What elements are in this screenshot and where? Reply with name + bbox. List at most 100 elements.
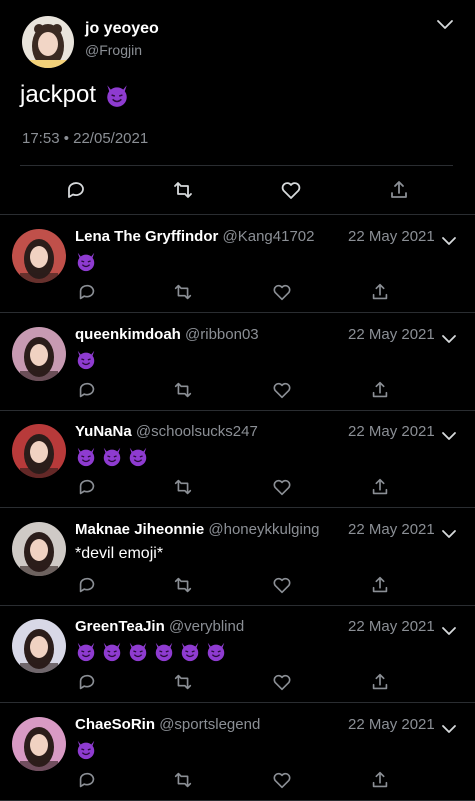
reply-body	[75, 250, 97, 272]
smiling-imp-icon	[101, 445, 123, 467]
avatar[interactable]	[12, 619, 66, 673]
reply-date: 22 May 2021	[348, 326, 435, 343]
share-icon[interactable]	[369, 671, 391, 693]
chevron-down-icon[interactable]	[440, 330, 458, 348]
reply-text: *devil emoji*	[75, 545, 164, 562]
heart-icon[interactable]	[271, 281, 293, 303]
retweet-icon[interactable]	[172, 769, 194, 791]
main-timestamp: 17:53 • 22/05/2021	[22, 130, 149, 147]
chevron-down-icon[interactable]	[440, 232, 458, 250]
main-tweet-text-value: jackpot	[20, 81, 97, 108]
reply-icon[interactable]	[76, 281, 98, 303]
retweet-icon[interactable]	[171, 178, 195, 202]
chevron-down-icon[interactable]	[440, 427, 458, 445]
retweet-icon[interactable]	[172, 379, 194, 401]
reply-header: Maknae Jiheonnie @honeykkulging	[75, 521, 320, 538]
reply-tweet[interactable]: YuNaNa @schoolsucks247 22 May 2021	[0, 410, 475, 507]
reply-body: *devil emoji*	[75, 543, 163, 565]
main-author-name[interactable]: jo yeoyeo	[85, 20, 159, 38]
reply-body	[75, 445, 149, 467]
chevron-down-icon[interactable]	[440, 720, 458, 738]
reply-tweet[interactable]: queenkimdoah @ribbon03 22 May 2021	[0, 313, 475, 410]
smiling-imp-icon	[101, 640, 123, 662]
reply-tweet[interactable]: ChaeSoRin @sportslegend 22 May 2021	[0, 703, 475, 800]
avatar[interactable]	[12, 327, 66, 381]
reply-body	[75, 738, 97, 760]
share-icon[interactable]	[369, 476, 391, 498]
reply-author-name[interactable]: queenkimdoah	[75, 326, 181, 343]
heart-icon[interactable]	[271, 476, 293, 498]
smiling-imp-icon	[179, 640, 201, 662]
chevron-down-icon[interactable]	[434, 14, 456, 36]
chevron-down-icon[interactable]	[440, 525, 458, 543]
retweet-icon[interactable]	[172, 281, 194, 303]
reply-date: 22 May 2021	[348, 423, 435, 440]
share-icon[interactable]	[369, 281, 391, 303]
main-tweet-text: jackpot	[20, 81, 130, 109]
reply-author-name[interactable]: GreenTeaJin	[75, 618, 165, 635]
main-tweet: jo yeoyeo @Frogjin jackpot 17:53 • 22/05…	[0, 0, 475, 215]
smiling-imp-icon	[75, 640, 97, 662]
smiling-imp-icon	[75, 250, 97, 272]
heart-icon[interactable]	[271, 574, 293, 596]
reply-author-name[interactable]: ChaeSoRin	[75, 716, 155, 733]
avatar[interactable]	[12, 717, 66, 771]
heart-icon[interactable]	[271, 769, 293, 791]
reply-header: Lena The Gryffindor @Kang41702	[75, 228, 315, 245]
reply-header: GreenTeaJin @veryblind	[75, 618, 244, 635]
share-icon[interactable]	[369, 769, 391, 791]
smiling-imp-icon	[153, 640, 175, 662]
heart-icon[interactable]	[279, 178, 303, 202]
smiling-imp-icon	[75, 348, 97, 370]
smiling-imp-icon	[127, 445, 149, 467]
smiling-imp-icon	[127, 640, 149, 662]
avatar[interactable]	[12, 229, 66, 283]
reply-author-handle[interactable]: @veryblind	[169, 618, 244, 635]
reply-icon[interactable]	[76, 574, 98, 596]
main-avatar[interactable]	[22, 16, 74, 68]
reply-author-handle[interactable]: @ribbon03	[185, 326, 259, 343]
reply-tweet[interactable]: Maknae Jiheonnie @honeykkulging 22 May 2…	[0, 508, 475, 605]
reply-date: 22 May 2021	[348, 716, 435, 733]
avatar[interactable]	[12, 522, 66, 576]
retweet-icon[interactable]	[172, 671, 194, 693]
heart-icon[interactable]	[271, 671, 293, 693]
reply-header: queenkimdoah @ribbon03	[75, 326, 259, 343]
reply-header: ChaeSoRin @sportslegend	[75, 716, 260, 733]
chevron-down-icon[interactable]	[440, 622, 458, 640]
reply-date: 22 May 2021	[348, 521, 435, 538]
heart-icon[interactable]	[271, 379, 293, 401]
main-action-bar	[0, 176, 475, 204]
reply-header: YuNaNa @schoolsucks247	[75, 423, 258, 440]
reply-icon[interactable]	[76, 476, 98, 498]
retweet-icon[interactable]	[172, 476, 194, 498]
share-icon[interactable]	[369, 574, 391, 596]
reply-tweet[interactable]: Lena The Gryffindor @Kang41702 22 May 20…	[0, 215, 475, 312]
reply-icon[interactable]	[64, 178, 88, 202]
reply-author-handle[interactable]: @sportslegend	[159, 716, 260, 733]
divider	[20, 165, 453, 166]
reply-author-handle[interactable]: @schoolsucks247	[136, 423, 258, 440]
retweet-icon[interactable]	[172, 574, 194, 596]
reply-tweet[interactable]: GreenTeaJin @veryblind 22 May 2021	[0, 605, 475, 702]
reply-author-name[interactable]: Maknae Jiheonnie	[75, 521, 204, 538]
reply-date: 22 May 2021	[348, 228, 435, 245]
smiling-imp-icon	[205, 640, 227, 662]
reply-author-name[interactable]: YuNaNa	[75, 423, 132, 440]
smiling-imp-icon	[75, 445, 97, 467]
reply-date: 22 May 2021	[348, 618, 435, 635]
reply-body	[75, 348, 97, 370]
reply-author-handle[interactable]: @honeykkulging	[208, 521, 319, 538]
reply-icon[interactable]	[76, 769, 98, 791]
share-icon[interactable]	[369, 379, 391, 401]
share-icon[interactable]	[387, 178, 411, 202]
main-author-handle[interactable]: @Frogjin	[85, 42, 142, 58]
reply-icon[interactable]	[76, 671, 98, 693]
reply-body	[75, 640, 227, 662]
reply-icon[interactable]	[76, 379, 98, 401]
smiling-imp-icon	[104, 82, 130, 108]
reply-author-name[interactable]: Lena The Gryffindor	[75, 228, 218, 245]
reply-author-handle[interactable]: @Kang41702	[223, 228, 315, 245]
smiling-imp-icon	[75, 738, 97, 760]
avatar[interactable]	[12, 424, 66, 478]
